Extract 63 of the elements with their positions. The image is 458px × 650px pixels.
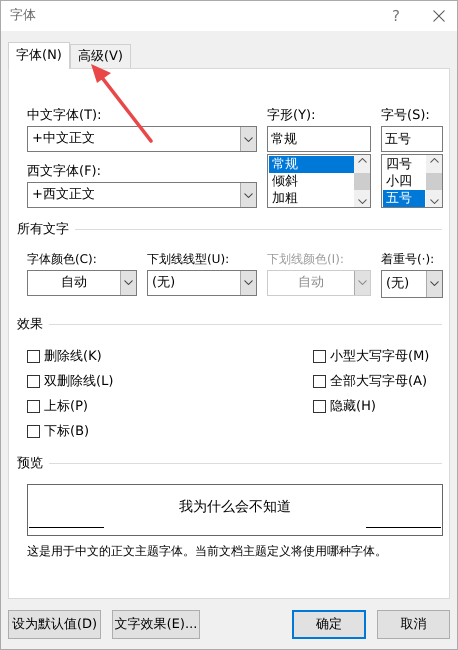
help-button[interactable]: ?	[381, 1, 411, 31]
section-heading: 所有文字	[17, 221, 69, 239]
tab[interactable]: 高级(V)	[70, 44, 131, 68]
list-option[interactable]: 加粗	[269, 190, 354, 207]
field-label: 西文字体(F):	[27, 163, 102, 181]
scroll-up-icon[interactable]	[430, 158, 438, 163]
checkbox[interactable]	[27, 425, 40, 438]
scroll-down-icon[interactable]	[430, 199, 438, 204]
checkbox[interactable]	[313, 400, 326, 413]
checkbox-option[interactable]: 隐藏(H)	[313, 394, 430, 419]
list-option[interactable]: 五号	[383, 190, 425, 207]
scroll-down-icon[interactable]	[358, 199, 366, 204]
field-label: 着重号(·):	[381, 250, 436, 268]
scrollbar[interactable]	[426, 155, 442, 207]
checkbox-option[interactable]: 全部大写字母(A)	[313, 369, 430, 394]
section-heading: 效果	[17, 316, 43, 334]
preview-text: 我为什么会不知道	[178, 498, 292, 517]
input-field[interactable]: 五号	[381, 126, 443, 152]
dialog-button[interactable]: 取消	[377, 610, 450, 639]
dropdown[interactable]: (无)	[381, 270, 443, 298]
field-label: 字体颜色(C):	[27, 250, 98, 268]
checkbox[interactable]	[27, 375, 40, 388]
scroll-up-icon[interactable]	[358, 158, 366, 163]
dropdown[interactable]: 自动	[27, 270, 137, 296]
checkbox-option[interactable]: 删除线(K)	[27, 344, 313, 369]
field-label: 字号(S):	[381, 107, 431, 125]
window-title: 字体	[10, 7, 36, 26]
checkbox[interactable]	[313, 375, 326, 388]
checkbox-option[interactable]: 上标(P)	[27, 394, 313, 419]
close-icon	[433, 10, 445, 22]
dropdown[interactable]: (无)	[147, 270, 257, 296]
description-text: 这是用于中文的正文主题字体。当前文档主题定义将使用哪种字体。	[27, 542, 388, 560]
dialog-button[interactable]: 确定	[292, 610, 366, 639]
font-dropdown[interactable]: +中文正文	[27, 126, 257, 152]
tab[interactable]: 字体(N)	[8, 42, 70, 69]
chevron-down-icon	[124, 280, 133, 285]
field-label: 下划线线型(U):	[147, 250, 230, 268]
field-label: 下划线颜色(I):	[267, 250, 345, 268]
list-option[interactable]: 常规	[269, 156, 354, 173]
checkbox[interactable]	[27, 350, 40, 363]
list-option[interactable]: 四号	[383, 156, 425, 173]
section-heading: 预览	[17, 455, 43, 473]
list-option[interactable]: 小四	[383, 173, 425, 190]
chevron-down-icon	[358, 280, 367, 285]
chevron-down-icon	[244, 136, 253, 142]
chevron-down-icon	[430, 281, 439, 286]
checkbox[interactable]	[313, 350, 326, 363]
scrollbar[interactable]	[354, 155, 370, 207]
scroll-thumb[interactable]	[426, 172, 442, 190]
input-field[interactable]: 常规	[267, 126, 371, 152]
field-label: 字形(Y):	[267, 107, 316, 125]
dialog-button[interactable]: 文字效果(E)...	[112, 610, 200, 639]
list-option[interactable]: 倾斜	[269, 173, 354, 190]
chevron-down-icon	[244, 192, 253, 198]
checkbox-option[interactable]: 小型大写字母(M)	[313, 344, 430, 369]
field-label: 中文字体(T):	[27, 107, 102, 125]
checkbox-option[interactable]: 下标(B)	[27, 419, 313, 444]
checkbox[interactable]	[27, 400, 40, 413]
scroll-thumb[interactable]	[354, 172, 370, 190]
checkbox-option[interactable]: 双删除线(L)	[27, 369, 313, 394]
chevron-down-icon	[244, 280, 253, 285]
dialog-button[interactable]: 设为默认值(D)	[8, 610, 101, 639]
font-dropdown[interactable]: +西文正文	[27, 182, 257, 208]
